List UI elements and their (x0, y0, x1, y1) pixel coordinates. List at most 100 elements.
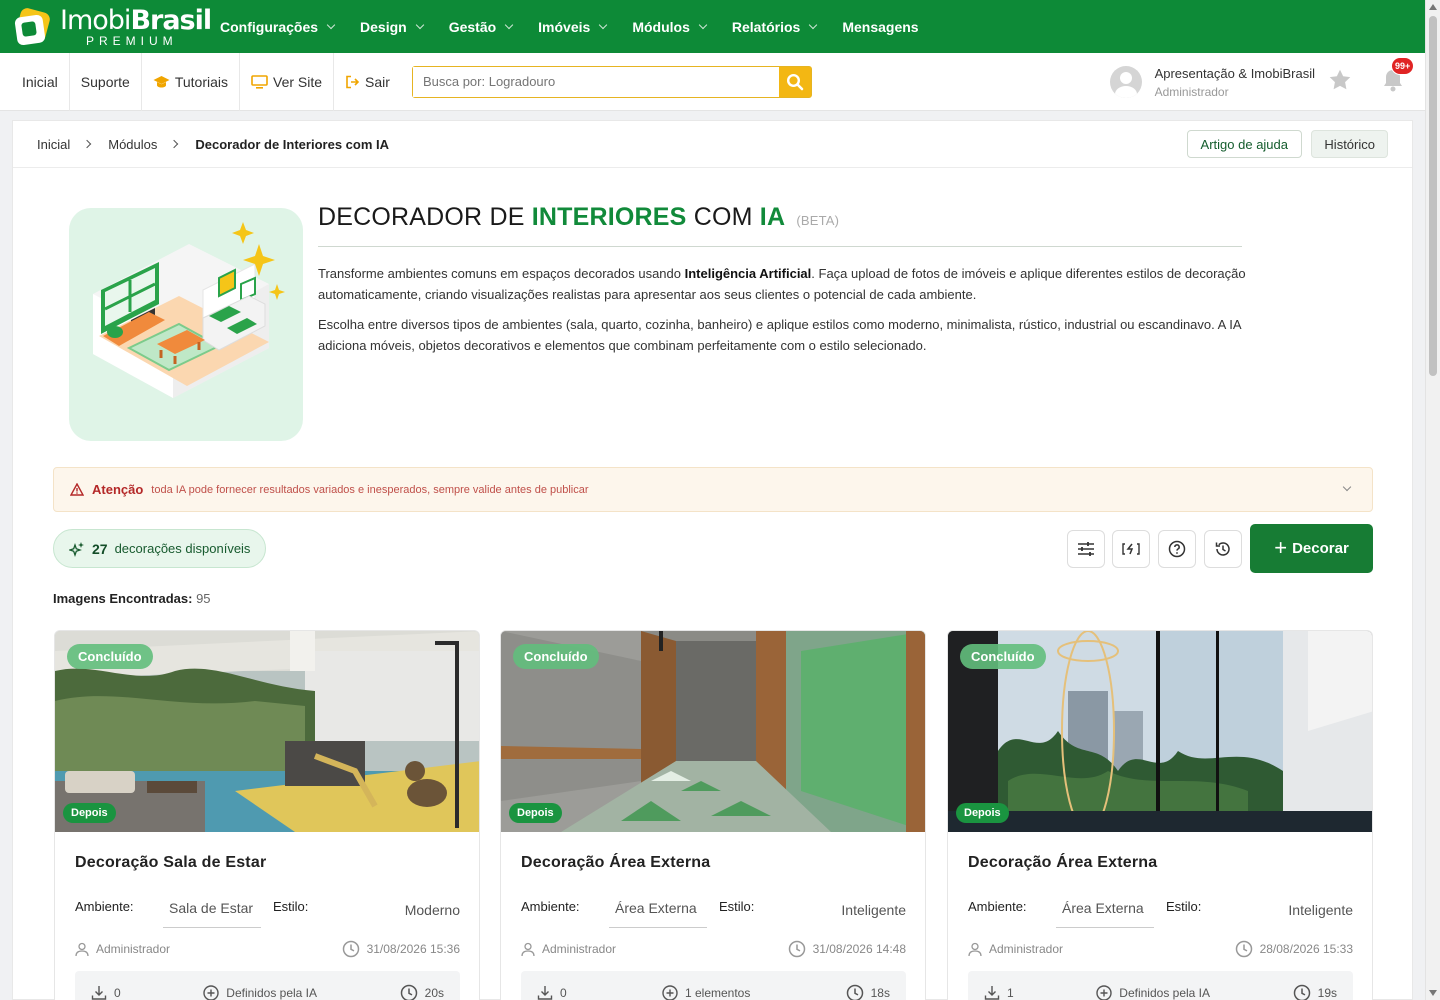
after-badge: Depois (63, 803, 116, 823)
card-stats: 0 Definidos pela IA 20s (75, 971, 460, 1000)
status-badge: Concluído (513, 644, 599, 669)
page-title: DECORADOR DE INTERIORES COM IA (BETA) (318, 203, 840, 231)
interior-illustration (69, 208, 303, 441)
chevron-down-icon (698, 20, 708, 29)
title-divider (318, 246, 1242, 247)
chevron-down-icon (809, 20, 818, 29)
search-input[interactable] (412, 66, 779, 97)
decoration-card[interactable]: Concluído Depois Decoração Área Externa … (947, 630, 1373, 1000)
download-icon (537, 986, 553, 1000)
intro-paragraph-1: Transforme ambientes comuns em espaços d… (318, 266, 1246, 302)
help-article-button[interactable]: Artigo de ajuda (1186, 130, 1302, 158)
after-badge: Depois (509, 803, 562, 823)
link-sair[interactable]: Sair (334, 53, 401, 111)
top-navbar: ImobiBrasil PREMIUM Configurações Design… (0, 0, 1425, 53)
clock-icon (846, 984, 863, 1000)
chevron-down-icon (504, 20, 514, 29)
brand-logo[interactable]: ImobiBrasil PREMIUM (12, 0, 212, 53)
menu-configuracoes[interactable]: Configurações (220, 19, 336, 35)
download-icon (984, 986, 1000, 1000)
status-badge: Concluído (67, 644, 153, 669)
status-badge: Concluído (960, 644, 1046, 669)
download-icon (91, 986, 107, 1000)
decorate-button[interactable]: + Decorar (1250, 524, 1373, 573)
decoration-card[interactable]: Concluído Depois Decoração Sala de Estar… (54, 630, 480, 1000)
decoration-card[interactable]: Concluído Depois Decoração Área Externa … (500, 630, 926, 1000)
menu-modulos[interactable]: Módulos (632, 19, 708, 35)
decoration-photo[interactable]: Concluído Depois (948, 631, 1372, 832)
chevron-down-icon[interactable] (1342, 482, 1352, 492)
link-inicial[interactable]: Inicial (0, 52, 70, 111)
sliders-icon (1078, 542, 1094, 556)
clock-icon (400, 984, 417, 1000)
card-title: Decoração Sala de Estar (75, 854, 267, 871)
decoration-photo[interactable]: Concluído Depois (55, 631, 479, 832)
chevron-down-icon (326, 20, 336, 29)
link-suporte[interactable]: Suporte (70, 52, 142, 111)
graduation-cap-icon (153, 75, 170, 89)
ai-warning-alert[interactable]: Atenção toda IA pode fornecer resultados… (53, 467, 1373, 512)
menu-design[interactable]: Design (360, 19, 424, 35)
clock-icon (1293, 984, 1310, 1000)
card-title: Decoração Área Externa (521, 854, 711, 871)
images-found-count: Imagens Encontradas: 95 (53, 591, 211, 606)
breadcrumb: Inicial Módulos Decorador de Interiores … (13, 121, 1412, 168)
credits-pill: 27 decorações disponíveis (53, 529, 267, 568)
card-stats: 0 1 elementos 18s (521, 971, 906, 1000)
card-title: Decoração Área Externa (968, 854, 1158, 871)
chevron-right-icon (83, 139, 92, 149)
history-clock-icon (1215, 542, 1230, 556)
menu-mensagens[interactable]: Mensagens (842, 19, 918, 35)
scroll-down-arrow-icon[interactable] (1429, 990, 1437, 996)
scroll-thumb[interactable] (1429, 16, 1437, 376)
question-circle-icon (1168, 540, 1186, 558)
help-button[interactable] (1158, 530, 1196, 568)
battery-charge-icon (1122, 543, 1140, 555)
menu-imoveis[interactable]: Imóveis (538, 19, 608, 35)
scroll-up-arrow-icon[interactable] (1429, 4, 1437, 10)
main-menu: Configurações Design Gestão Imóveis Módu… (220, 19, 945, 35)
plus-circle-icon (1096, 985, 1112, 1000)
clock-icon (1235, 940, 1252, 958)
plus-icon: + (1274, 534, 1288, 560)
main-content: Inicial Módulos Decorador de Interiores … (12, 120, 1413, 1000)
breadcrumb-home[interactable]: Inicial (37, 137, 70, 152)
decoration-photo[interactable]: Concluído Depois (501, 631, 925, 832)
chevron-down-icon (415, 20, 424, 29)
menu-gestao[interactable]: Gestão (449, 19, 514, 35)
user-info[interactable]: Apresentação & ImobiBrasil Administrador (1155, 66, 1315, 99)
logout-icon (345, 75, 360, 89)
logo-mark-icon (12, 6, 54, 48)
sparkles-icon (69, 541, 84, 557)
card-footer: Administrador 28/08/2026 15:33 (968, 940, 1353, 958)
warning-triangle-icon (70, 483, 84, 496)
filters-button[interactable] (1067, 530, 1105, 568)
menu-relatorios[interactable]: Relatórios (732, 19, 818, 35)
favorites-star-icon[interactable] (1327, 67, 1353, 98)
user-icon (968, 942, 982, 956)
link-tutoriais[interactable]: Tutoriais (142, 52, 241, 111)
intro-paragraph-2: Escolha entre diversos tipos de ambiente… (318, 317, 1241, 353)
notifications-bell-icon[interactable]: 99+ (1381, 56, 1415, 98)
card-meta: Ambiente: Sala de Estar Estilo: Moderno (75, 897, 460, 929)
user-area: Apresentação & ImobiBrasil Administrador… (1109, 53, 1415, 111)
history-button[interactable]: Histórico (1311, 130, 1388, 158)
avatar[interactable] (1109, 66, 1142, 98)
page-scrollbar[interactable] (1425, 0, 1440, 1000)
chevron-down-icon (599, 20, 608, 29)
notification-count-badge: 99+ (1391, 56, 1415, 75)
clock-icon (788, 940, 805, 958)
clock-icon (342, 940, 359, 958)
search-button[interactable] (778, 66, 811, 97)
search-icon (786, 73, 804, 90)
user-icon (75, 942, 89, 956)
monitor-icon (251, 74, 268, 89)
link-ver-site[interactable]: Ver Site (240, 52, 335, 111)
card-footer: Administrador 31/08/2026 14:48 (521, 940, 906, 958)
credits-balance-button[interactable] (1112, 530, 1150, 568)
breadcrumb-modules[interactable]: Módulos (108, 137, 157, 152)
secondary-toolbar: Inicial Suporte Tutoriais Ver Site Sair … (0, 52, 1425, 111)
plus-circle-icon (662, 985, 678, 1000)
card-stats: 1 Definidos pela IA 19s (968, 971, 1353, 1000)
history-icon-button[interactable] (1204, 530, 1242, 568)
